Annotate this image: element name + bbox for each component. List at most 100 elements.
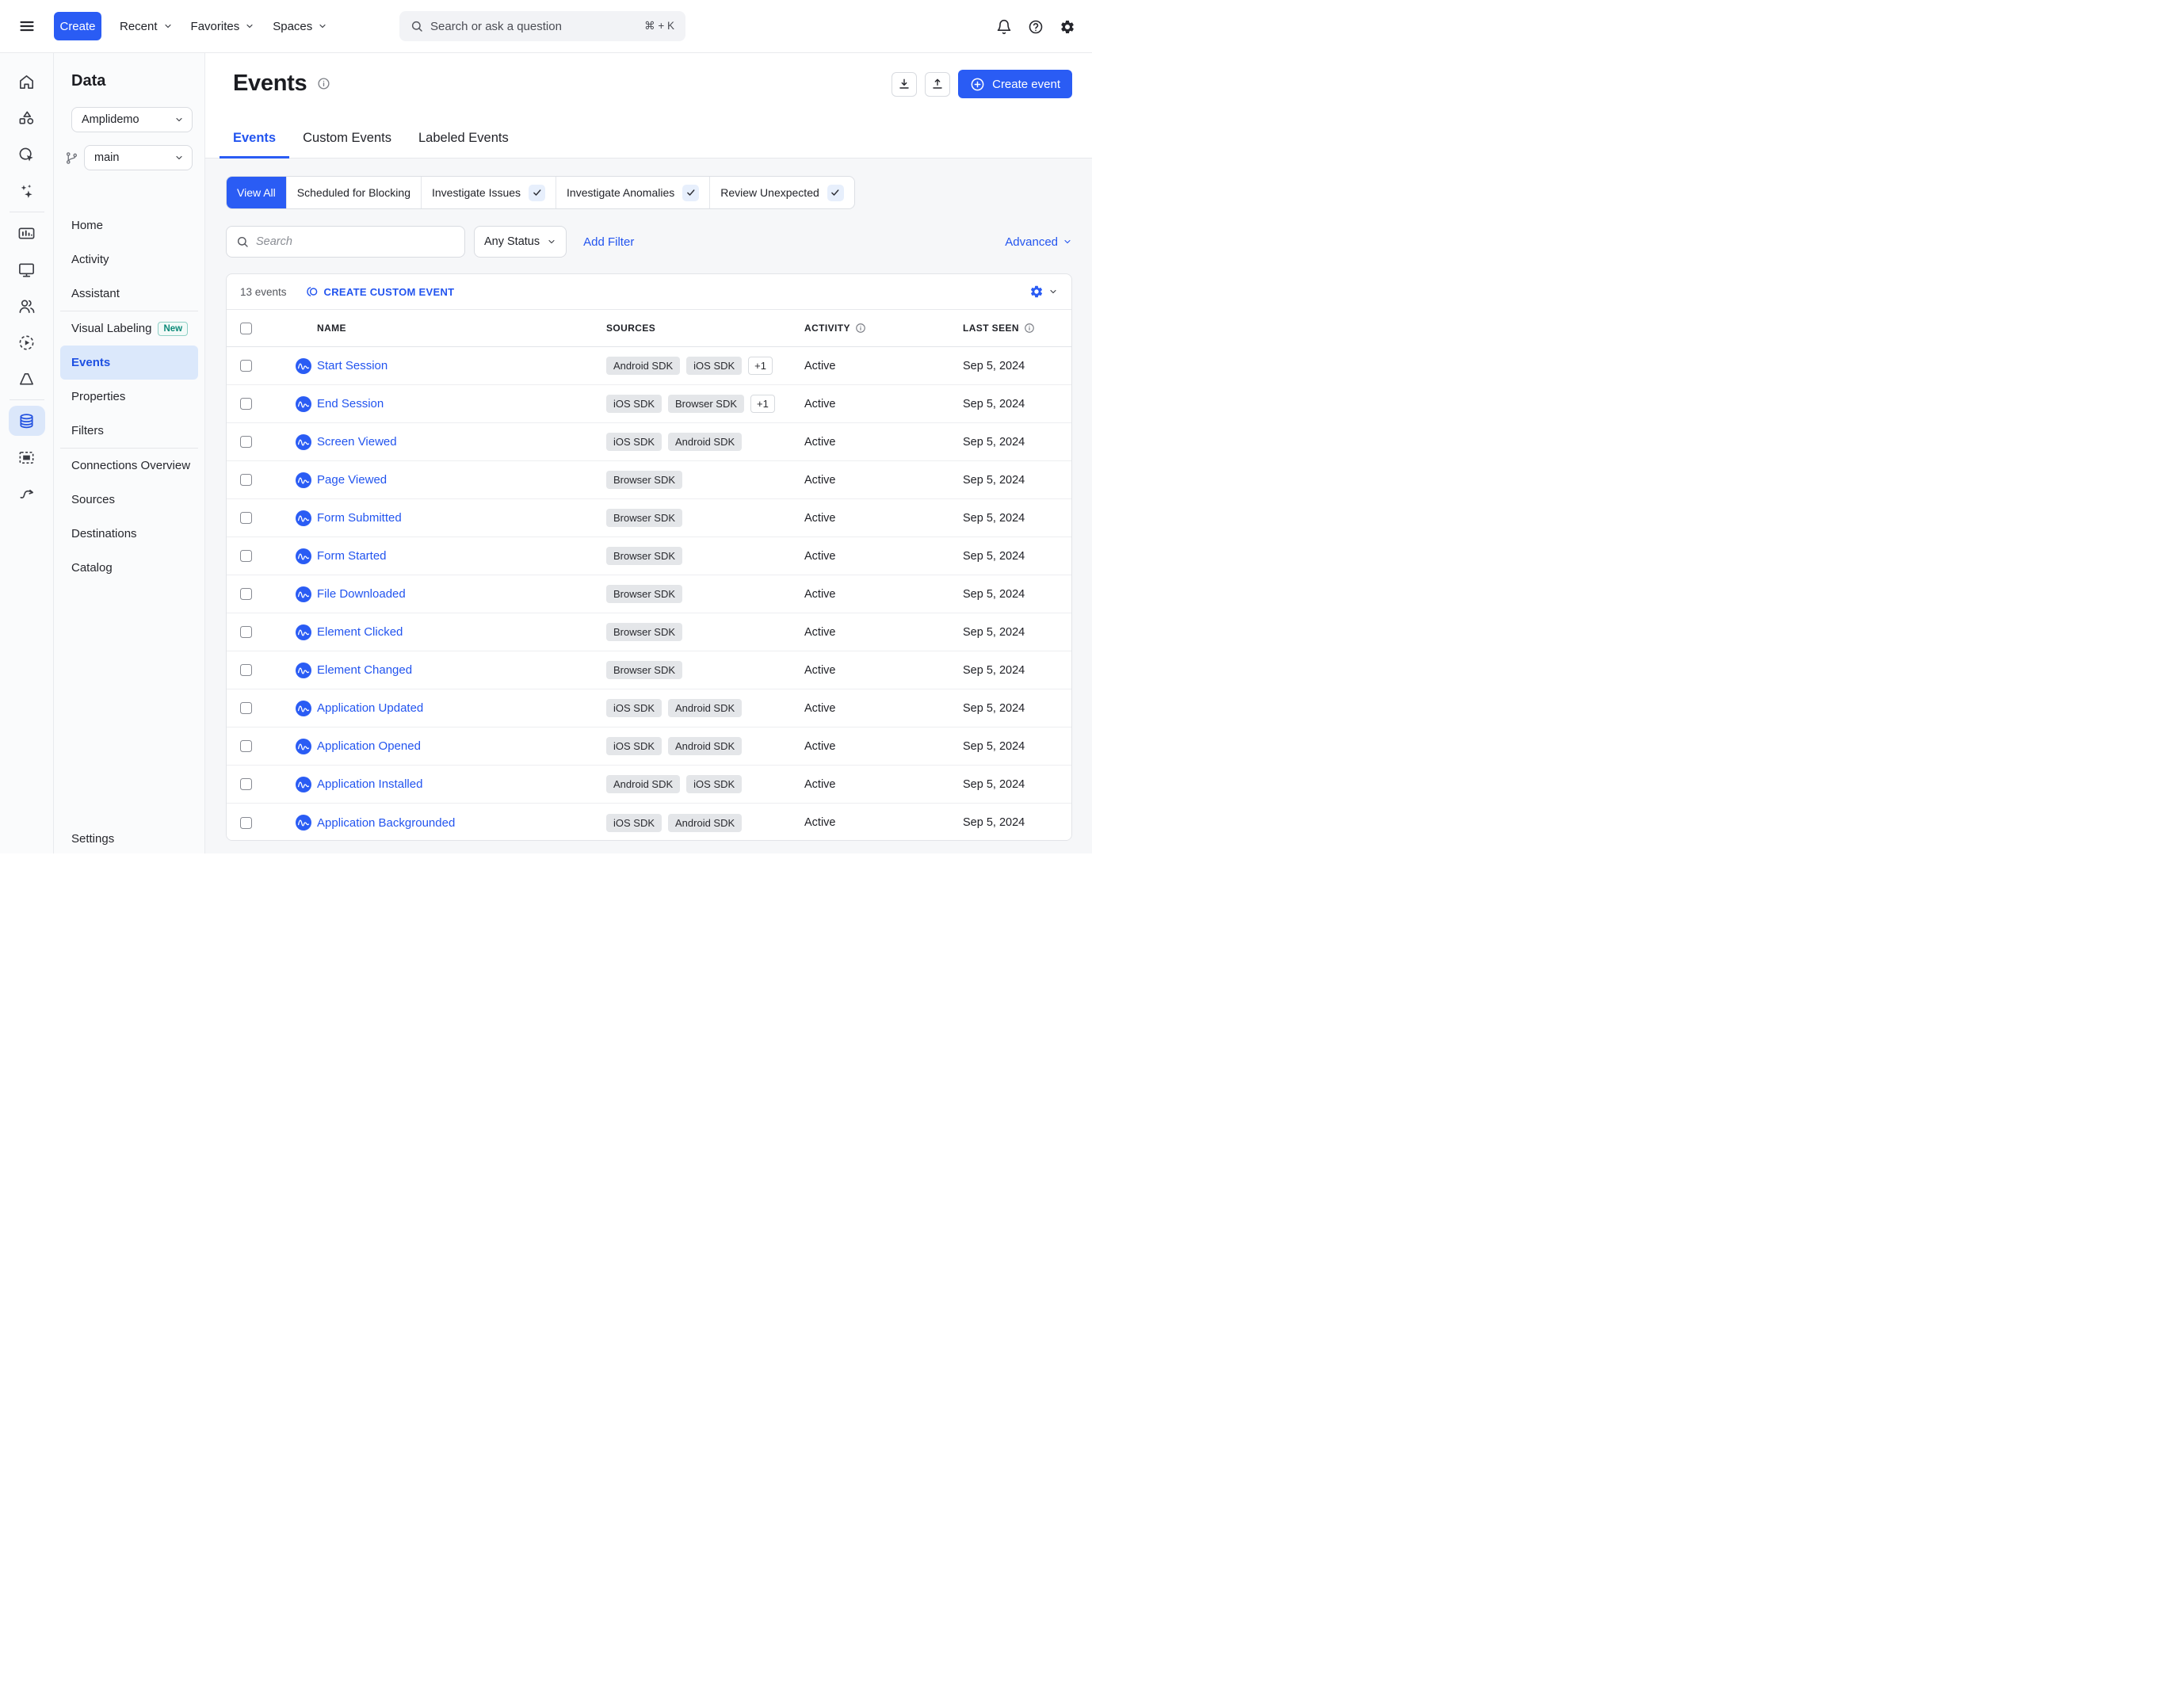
create-custom-event-button[interactable]: CREATE CUSTOM EVENT xyxy=(306,285,455,298)
sidebar-item-destinations[interactable]: Destinations xyxy=(60,517,198,551)
segment-investigate-issues[interactable]: Investigate Issues xyxy=(420,177,556,208)
row-checkbox[interactable] xyxy=(240,436,252,448)
sidebar-item-assistant[interactable]: Assistant xyxy=(60,277,198,311)
rail-objects-icon[interactable] xyxy=(9,100,45,136)
row-checkbox[interactable] xyxy=(240,398,252,410)
row-sources: iOS SDK Android SDK xyxy=(606,433,804,451)
column-header-activity[interactable]: ACTIVITY xyxy=(804,323,963,334)
plus-circle-icon xyxy=(971,78,984,90)
check-icon xyxy=(533,189,541,196)
menu-spaces[interactable]: Spaces xyxy=(273,20,327,33)
table-settings-gear-icon xyxy=(1030,285,1043,298)
rail-session-replay-icon[interactable] xyxy=(9,136,45,173)
rail-dashboards-icon[interactable] xyxy=(9,215,45,251)
more-sources-chip[interactable]: +1 xyxy=(750,395,775,413)
settings-gear-icon[interactable] xyxy=(1060,19,1075,35)
row-checkbox[interactable] xyxy=(240,740,252,752)
upload-icon xyxy=(933,78,942,89)
rail-visual-labeling-icon[interactable] xyxy=(9,439,45,475)
source-chip: Browser SDK xyxy=(606,585,683,603)
rail-ai-sparkles-icon[interactable] xyxy=(9,173,45,209)
event-name-link[interactable]: Application Updated xyxy=(317,701,423,715)
sidebar-item-home[interactable]: Home xyxy=(60,208,198,242)
menu-favorites[interactable]: Favorites xyxy=(191,20,255,33)
sidebar-item-filters[interactable]: Filters xyxy=(60,414,198,448)
event-name-link[interactable]: File Downloaded xyxy=(317,587,406,601)
segment-scheduled-for-blocking[interactable]: Scheduled for Blocking xyxy=(285,177,421,208)
event-name-link[interactable]: Application Backgrounded xyxy=(317,816,455,830)
sidebar-item-visual-labeling[interactable]: Visual Labeling New xyxy=(60,311,198,346)
event-name-link[interactable]: Application Opened xyxy=(317,739,421,753)
column-header-last-seen[interactable]: LAST SEEN xyxy=(963,323,1071,334)
help-icon[interactable] xyxy=(1028,19,1044,35)
event-name-link[interactable]: End Session xyxy=(317,397,384,411)
download-button[interactable] xyxy=(892,71,918,97)
segment-investigate-anomalies[interactable]: Investigate Anomalies xyxy=(556,177,709,208)
source-chip: Android SDK xyxy=(668,737,743,755)
source-chip: Android SDK xyxy=(606,775,681,793)
column-header-name[interactable]: NAME xyxy=(277,323,606,334)
event-name-link[interactable]: Screen Viewed xyxy=(317,435,397,449)
add-filter-link[interactable]: Add Filter xyxy=(583,235,634,249)
status-filter-select[interactable]: Any Status xyxy=(474,226,567,258)
sidebar-item-connections-overview[interactable]: Connections Overview xyxy=(60,449,198,483)
sidebar-item-events[interactable]: Events xyxy=(60,346,198,380)
create-button[interactable]: Create xyxy=(54,12,101,40)
row-checkbox[interactable] xyxy=(240,778,252,790)
project-select[interactable]: Amplidemo xyxy=(71,107,193,132)
table-settings-dropdown[interactable] xyxy=(1029,284,1058,299)
event-name-link[interactable]: Start Session xyxy=(317,359,388,372)
rail-home-icon[interactable] xyxy=(9,63,45,100)
more-sources-chip[interactable]: +1 xyxy=(748,357,773,375)
sidebar-item-settings[interactable]: Settings xyxy=(54,823,204,854)
row-checkbox[interactable] xyxy=(240,816,252,829)
row-checkbox[interactable] xyxy=(240,550,252,562)
row-checkbox[interactable] xyxy=(240,512,252,524)
select-all-checkbox[interactable] xyxy=(240,322,252,334)
row-sources: Browser SDK xyxy=(606,547,804,565)
event-name-link[interactable]: Element Changed xyxy=(317,663,412,677)
rail-experiments-icon[interactable] xyxy=(9,361,45,397)
event-name-link[interactable]: Application Installed xyxy=(317,777,422,791)
tab-custom-events[interactable]: Custom Events xyxy=(289,131,405,158)
rail-replays-icon[interactable] xyxy=(9,324,45,361)
sidebar-item-properties[interactable]: Properties xyxy=(60,380,198,414)
rail-journeys-icon[interactable] xyxy=(9,475,45,512)
events-search-input[interactable] xyxy=(256,235,455,248)
row-checkbox[interactable] xyxy=(240,474,252,486)
project-select-value: Amplidemo xyxy=(82,113,139,126)
row-checkbox[interactable] xyxy=(240,702,252,714)
rail-users-icon[interactable] xyxy=(9,288,45,324)
sidebar-item-catalog[interactable]: Catalog xyxy=(60,551,198,585)
column-header-sources[interactable]: SOURCES xyxy=(606,323,804,334)
rail-screens-icon[interactable] xyxy=(9,251,45,288)
event-name-link[interactable]: Page Viewed xyxy=(317,473,387,487)
rail-data-icon[interactable] xyxy=(8,406,45,436)
hamburger-menu-icon[interactable] xyxy=(19,18,35,34)
advanced-dropdown[interactable]: Advanced xyxy=(1005,235,1072,249)
upload-button[interactable] xyxy=(925,71,951,97)
event-name-link[interactable]: Form Submitted xyxy=(317,511,402,525)
row-checkbox[interactable] xyxy=(240,664,252,676)
segment-view-all[interactable]: View All xyxy=(227,177,286,208)
segment-review-unexpected[interactable]: Review Unexpected xyxy=(709,177,854,208)
global-search-input[interactable]: Search or ask a question ⌘ + K xyxy=(399,11,685,41)
tab-events[interactable]: Events xyxy=(220,131,290,158)
sidebar-nav: Home Activity Assistant Visual Labeling … xyxy=(54,208,204,585)
info-icon[interactable] xyxy=(317,77,330,90)
branch-select[interactable]: main xyxy=(84,145,193,170)
sidebar-item-activity[interactable]: Activity xyxy=(60,242,198,277)
row-activity: Active xyxy=(804,435,836,449)
row-checkbox[interactable] xyxy=(240,588,252,600)
create-event-button[interactable]: Create event xyxy=(958,70,1072,98)
page-content: View All Scheduled for Blocking Investig… xyxy=(205,158,1092,854)
tab-labeled-events[interactable]: Labeled Events xyxy=(405,131,522,158)
notifications-bell-icon[interactable] xyxy=(996,19,1012,35)
sidebar-item-label: Events xyxy=(71,356,111,369)
sidebar-item-sources[interactable]: Sources xyxy=(60,483,198,517)
row-checkbox[interactable] xyxy=(240,626,252,638)
event-name-link[interactable]: Form Started xyxy=(317,549,387,563)
event-name-link[interactable]: Element Clicked xyxy=(317,625,403,639)
row-checkbox[interactable] xyxy=(240,360,252,372)
menu-recent[interactable]: Recent xyxy=(120,20,173,33)
